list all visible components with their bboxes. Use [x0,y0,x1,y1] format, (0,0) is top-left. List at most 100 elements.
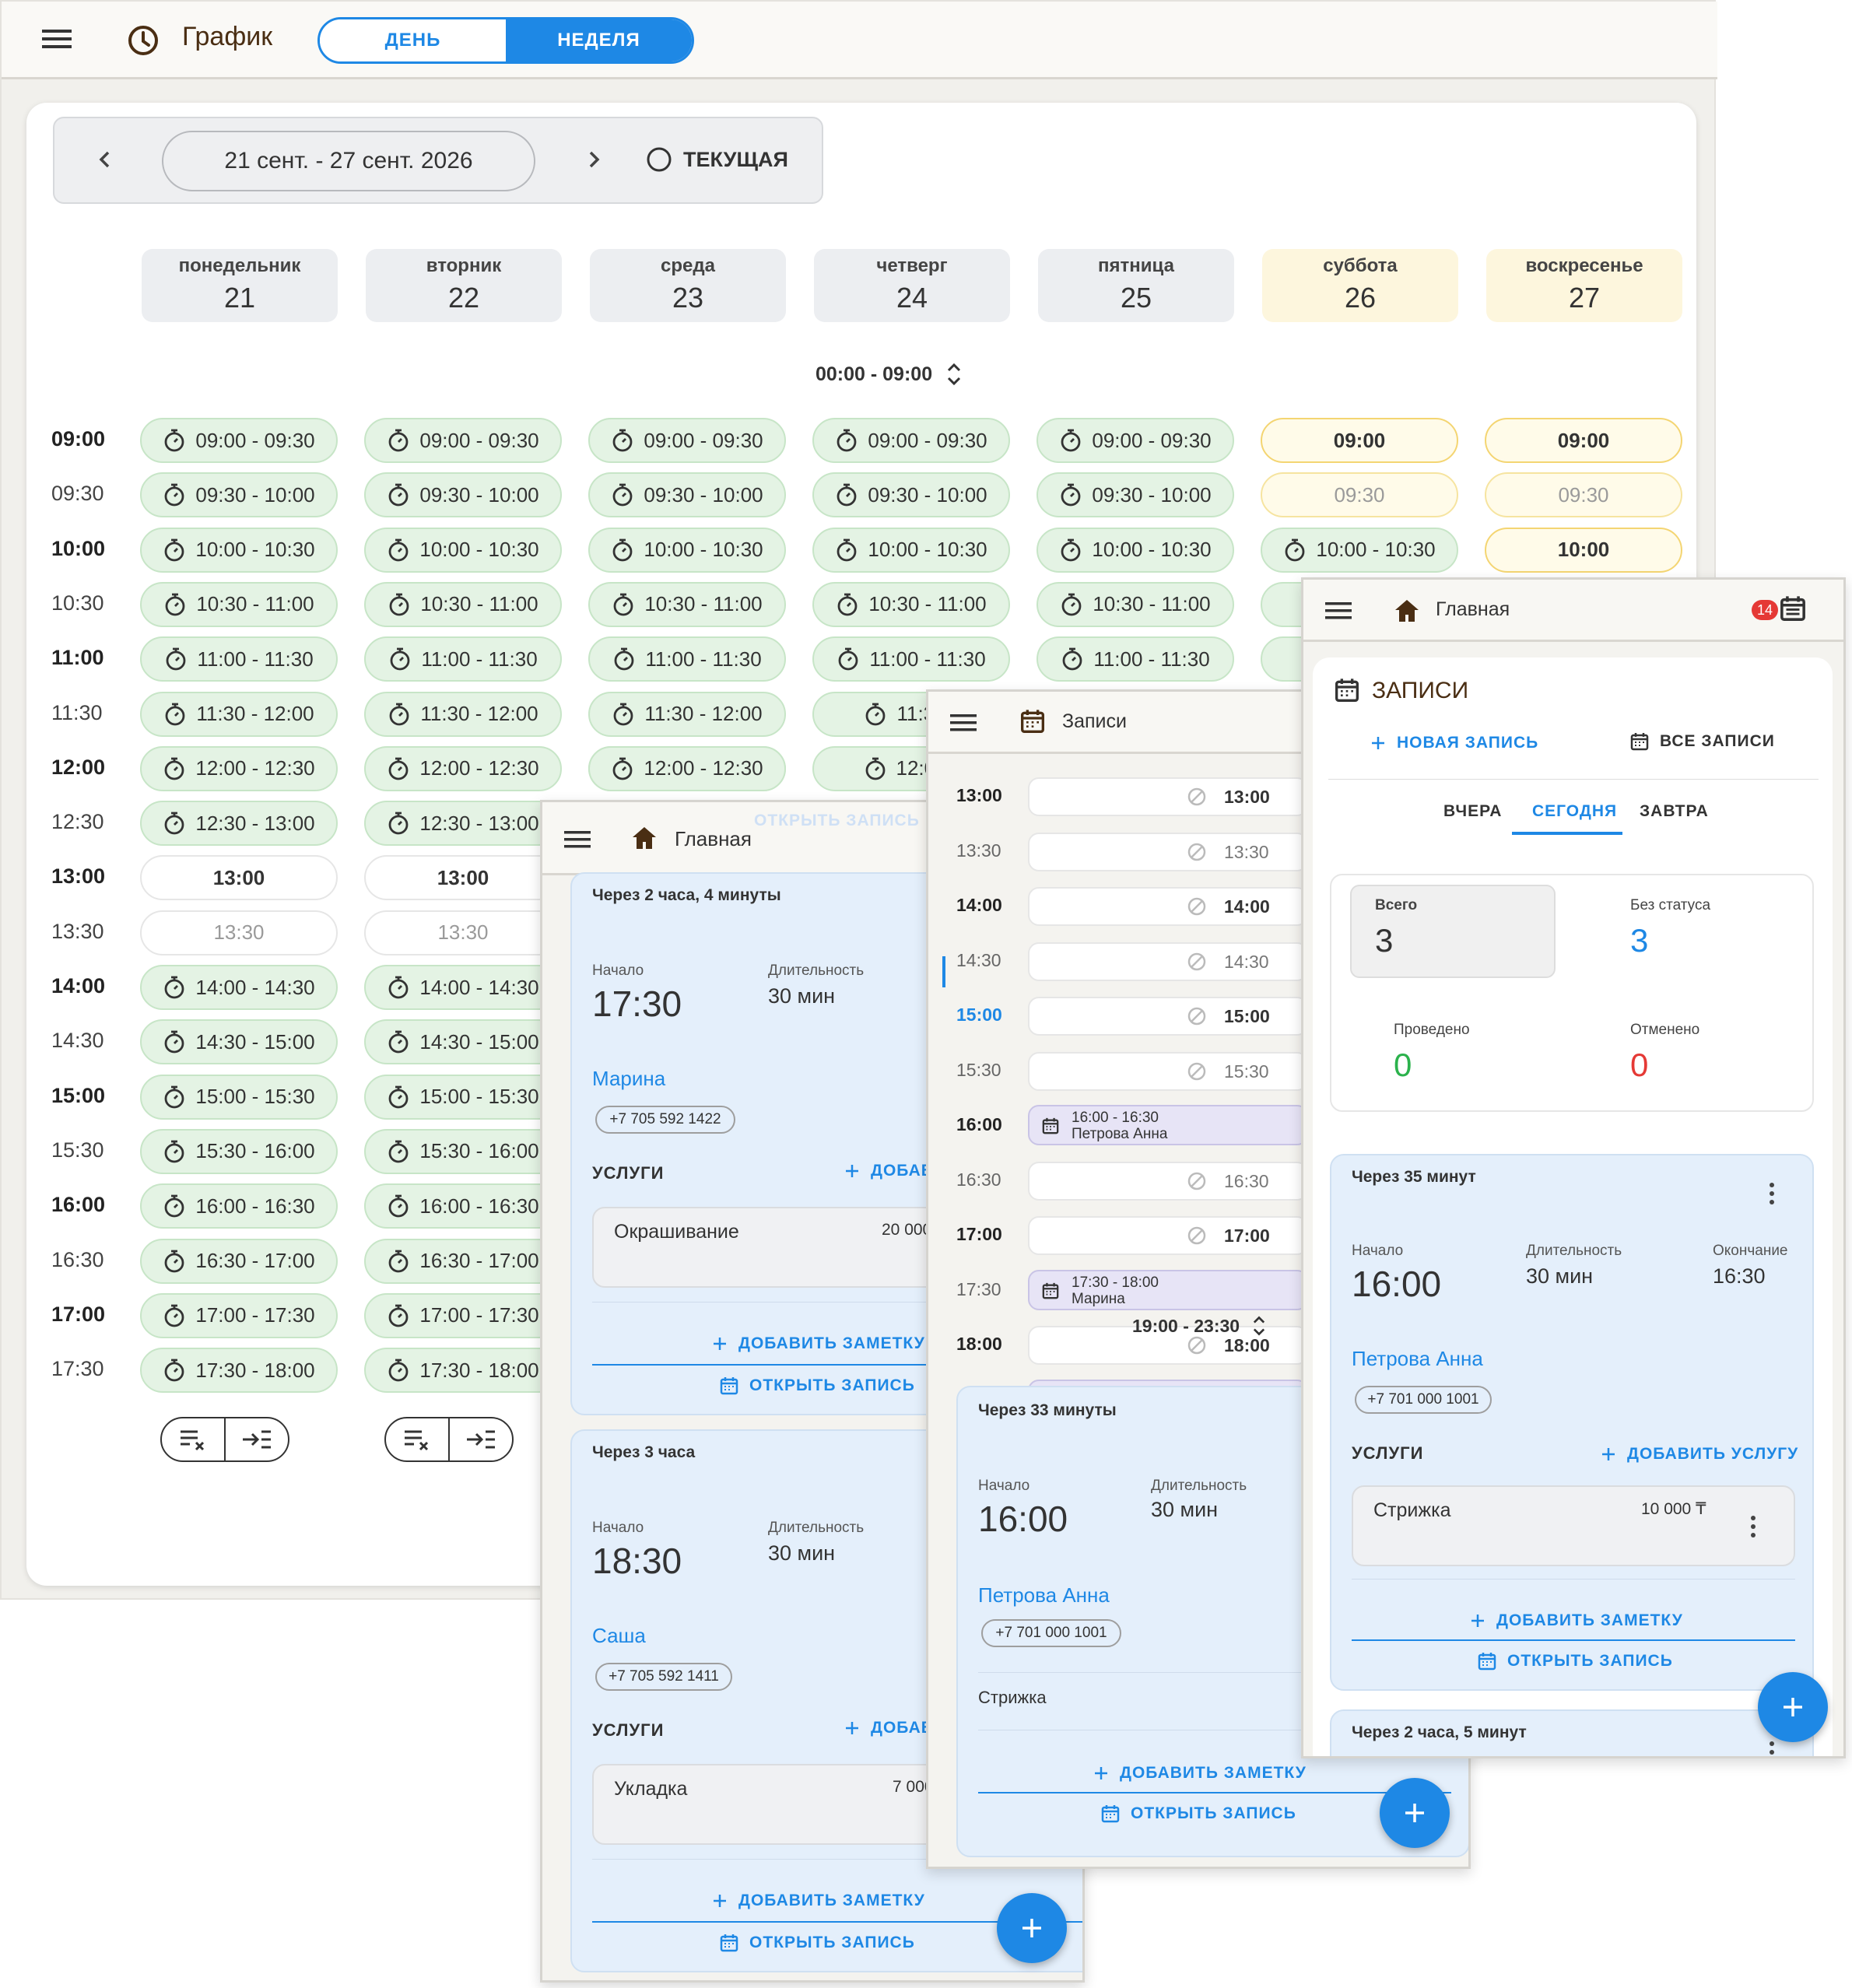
free-slot[interactable]: 09:30 - 10:00 [364,472,562,518]
free-slot[interactable]: 11:00 - 11:30 [140,636,338,682]
free-slot[interactable]: 09:30 - 10:00 [140,472,338,518]
free-slot[interactable]: 10:30 - 11:00 [1036,581,1234,627]
open-record-button[interactable]: ОТКРЫТЬ ЗАПИСЬ [720,1934,915,1952]
add-record-fab[interactable] [997,1893,1067,1963]
stat-nostatus[interactable]: 3 [1630,922,1648,959]
free-slot[interactable]: 17:00 - 17:30 [364,1292,562,1338]
free-slot[interactable]: 09:30 - 10:00 [588,472,786,518]
client-name[interactable]: Петрова Анна [1352,1347,1483,1371]
clear-day-button[interactable] [386,1418,448,1460]
free-slot[interactable]: 10:30 - 11:00 [364,581,562,627]
free-slot[interactable]: 16:30 - 17:00 [364,1238,562,1284]
free-slot[interactable]: 10:00 - 10:30 [1036,527,1234,573]
time-slot[interactable]: 10:00 [1485,527,1682,573]
time-slot[interactable]: 09:30 [1485,472,1682,518]
day-header-4[interactable]: пятница 25 [1038,249,1234,322]
current-week-button[interactable]: ТЕКУЩАЯ [646,146,788,173]
free-slot[interactable]: 12:30 - 13:00 [364,801,562,847]
open-record-button[interactable]: ОТКРЫТЬ ЗАПИСЬ [720,1376,915,1395]
all-records-button[interactable]: ВСЕ ЗАПИСИ [1630,732,1775,751]
add-note-button[interactable]: ДОБАВИТЬ ЗАМЕТКУ [1093,1764,1307,1783]
add-service-button[interactable]: ДОБАВ [844,1162,934,1180]
free-slot[interactable]: 14:00 - 14:30 [364,965,562,1010]
free-slot[interactable]: 15:30 [1028,1051,1308,1091]
stat-cancel[interactable]: 0 [1630,1047,1648,1084]
free-slot[interactable]: 16:00 - 16:30 [140,1183,338,1229]
free-slot[interactable]: 10:30 - 11:00 [140,581,338,627]
add-record-fab[interactable] [1380,1778,1450,1848]
fill-day-button[interactable] [224,1418,288,1460]
free-slot[interactable]: 17:30 - 18:00 [140,1348,338,1394]
free-slot[interactable]: 09:00 - 09:30 [1036,418,1234,463]
chevron-right-icon[interactable] [582,148,605,171]
open-record-button[interactable]: ОТКРЫТЬ ЗАПИСЬ [1101,1804,1296,1823]
hidden-hours-toggle[interactable]: 19:00 - 23:30 [1132,1314,1266,1338]
free-slot[interactable]: 09:00 - 09:30 [364,418,562,463]
free-slot[interactable]: 15:30 - 16:00 [364,1128,562,1174]
time-slot[interactable]: 09:00 [1485,418,1682,463]
free-slot[interactable]: 11:30 - 12:00 [588,691,786,737]
client-phone[interactable]: +7 705 592 1422 [595,1106,735,1134]
free-slot[interactable]: 16:00 - 16:30 [364,1183,562,1229]
more-vert-icon[interactable] [1769,1741,1775,1758]
day-header-6[interactable]: воскресенье 27 [1486,249,1682,322]
free-slot[interactable]: 12:00 - 12:30 [364,745,562,791]
tab-tomorrow[interactable]: ЗАВТРА [1640,802,1709,821]
add-note-button[interactable]: ДОБАВИТЬ ЗАМЕТКУ [712,1892,925,1910]
time-slot[interactable]: 13:00 [140,855,338,901]
time-slot[interactable]: 13:00 [364,855,562,901]
tab-yesterday[interactable]: ВЧЕРА [1443,802,1502,821]
free-slot[interactable]: 11:30 - 12:00 [140,691,338,737]
free-slot[interactable]: 16:30 [1028,1161,1308,1201]
date-range-button[interactable]: 21 сент. - 27 сент. 2026 [162,131,535,191]
free-slot[interactable]: 17:30 - 18:00 [364,1348,562,1394]
free-slot[interactable]: 11:30 - 12:00 [364,691,562,737]
free-slot[interactable]: 11:00 - 11:30 [364,636,562,682]
day-header-1[interactable]: вторник 22 [366,249,562,322]
fill-day-button[interactable] [448,1418,512,1460]
free-slot[interactable]: 09:00 - 09:30 [812,418,1010,463]
free-slot[interactable]: 11:00 - 11:30 [588,636,786,682]
hidden-hours-toggle[interactable]: 00:00 - 09:00 [816,361,962,387]
appointment-card[interactable]: Через 35 минут Начало 16:00 Длительность… [1330,1154,1814,1691]
free-slot[interactable]: 17:00 - 17:30 [140,1292,338,1338]
free-slot[interactable]: 12:00 - 12:30 [588,745,786,791]
client-name[interactable]: Петрова Анна [978,1583,1110,1608]
free-slot[interactable]: 17:00 [1028,1216,1308,1255]
appointment-card-next[interactable]: Через 2 часа, 5 минут [1330,1709,1814,1758]
client-name[interactable]: Саша [592,1624,646,1648]
client-phone[interactable]: +7 701 000 1001 [981,1619,1121,1647]
add-service-button[interactable]: ДОБАВИТЬ УСЛУГУ [1601,1445,1798,1464]
free-slot[interactable]: 14:30 - 15:00 [364,1019,562,1065]
time-slot[interactable]: 13:30 [364,910,562,955]
free-slot[interactable]: 11:00 - 11:30 [812,636,1010,682]
free-slot[interactable]: 10:00 - 10:30 [140,527,338,573]
menu-icon[interactable] [1325,601,1352,620]
add-note-button[interactable]: ДОБАВИТЬ ЗАМЕТКУ [712,1334,925,1353]
free-slot[interactable]: 15:00 - 15:30 [140,1074,338,1120]
free-slot[interactable]: 10:30 - 11:00 [588,581,786,627]
free-slot[interactable]: 15:30 - 16:00 [140,1128,338,1174]
free-slot[interactable]: 16:30 - 17:00 [140,1238,338,1284]
free-slot[interactable]: 09:30 - 10:00 [812,472,1010,518]
clear-day-button[interactable] [162,1418,224,1460]
free-slot[interactable]: 12:00 - 12:30 [140,745,338,791]
menu-icon[interactable] [950,714,977,732]
day-header-3[interactable]: четверг 24 [814,249,1010,322]
stat-done[interactable]: 0 [1394,1047,1412,1084]
more-vert-icon[interactable] [1750,1515,1756,1538]
client-phone[interactable]: +7 701 000 1001 [1355,1386,1492,1414]
free-slot[interactable]: 14:30 - 15:00 [140,1019,338,1065]
free-slot[interactable]: 10:30 - 11:00 [812,581,1010,627]
free-slot[interactable]: 13:00 [1028,777,1308,816]
tab-today[interactable]: СЕГОДНЯ [1532,802,1617,821]
time-slot[interactable]: 09:00 [1261,418,1458,463]
open-record-button[interactable]: ОТКРЫТЬ ЗАПИСЬ [1478,1652,1673,1671]
time-slot[interactable]: 09:30 [1261,472,1458,518]
stat-total[interactable]: Всего 3 [1350,885,1556,978]
menu-icon[interactable] [564,830,591,849]
free-slot[interactable]: 15:00 - 15:30 [364,1074,562,1120]
menu-icon[interactable] [42,28,72,50]
free-slot[interactable]: 14:30 [1028,941,1308,981]
view-week-button[interactable]: НЕДЕЛЯ [506,19,692,61]
